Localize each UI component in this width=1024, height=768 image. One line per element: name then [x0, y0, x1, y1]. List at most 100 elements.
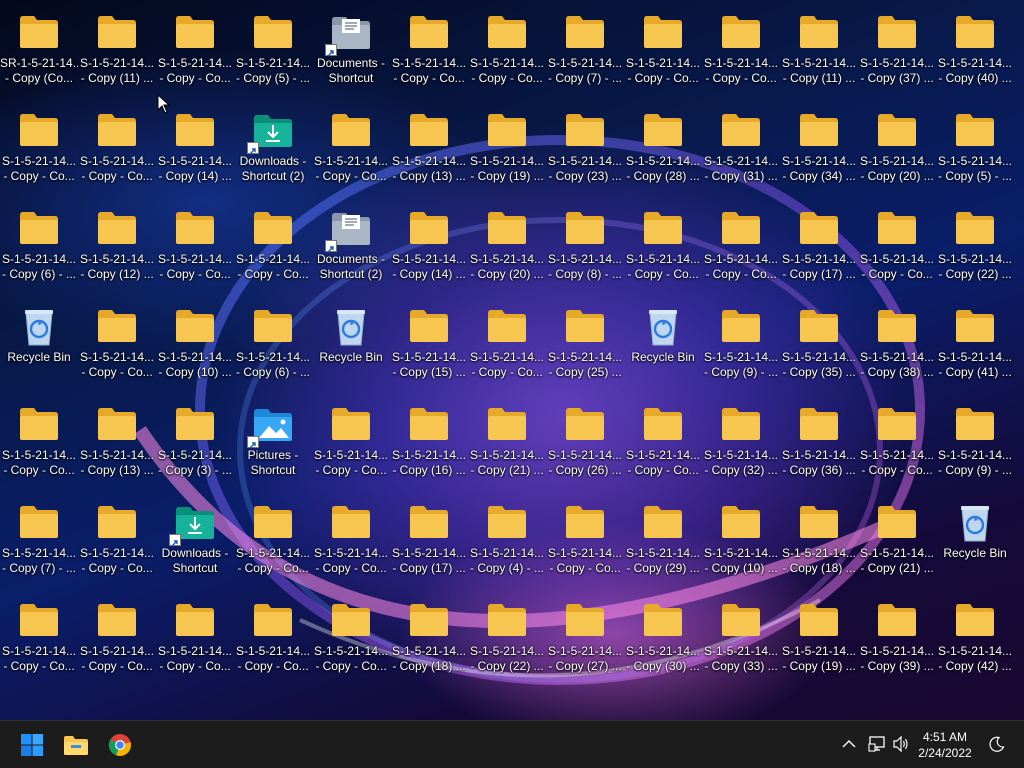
file-explorer-button[interactable]: [58, 727, 94, 763]
desktop-folder[interactable]: S-1-5-21-14... - Copy (4) - ...: [468, 492, 546, 588]
desktop-folder[interactable]: S-1-5-21-14... - Copy (3) - ...: [156, 394, 234, 490]
desktop-folder[interactable]: S-1-5-21-14... - Copy - Co...: [468, 2, 546, 98]
recycle-bin[interactable]: Recycle Bin: [624, 296, 702, 392]
desktop-folder[interactable]: S-1-5-21-14... - Copy - Co...: [0, 394, 78, 490]
pictures-shortcut[interactable]: Pictures - Shortcut: [234, 394, 312, 490]
desktop-folder[interactable]: S-1-5-21-14... - Copy (29) ...: [624, 492, 702, 588]
desktop-folder[interactable]: S-1-5-21-14... - Copy (13) ...: [390, 100, 468, 196]
desktop-folder[interactable]: S-1-5-21-14... - Copy (32) ...: [702, 394, 780, 490]
desktop-folder[interactable]: S-1-5-21-14... - Copy (9) - ...: [936, 394, 1014, 490]
desktop-folder[interactable]: S-1-5-21-14... - Copy - Co...: [78, 296, 156, 392]
desktop-folder[interactable]: S-1-5-21-14... - Copy (12) ...: [78, 198, 156, 294]
desktop-folder[interactable]: S-1-5-21-14... - Copy (7) - ...: [546, 2, 624, 98]
desktop-folder[interactable]: S-1-5-21-14... - Copy (40) ...: [936, 2, 1014, 98]
recycle-bin[interactable]: Recycle Bin: [312, 296, 390, 392]
desktop-folder[interactable]: S-1-5-21-14... - Copy (30) ...: [624, 590, 702, 686]
downloads-shortcut[interactable]: Downloads - Shortcut: [156, 492, 234, 588]
desktop-folder[interactable]: S-1-5-21-14... - Copy (17) ...: [390, 492, 468, 588]
desktop-folder[interactable]: S-1-5-21-14... - Copy (35) ...: [780, 296, 858, 392]
desktop-folder[interactable]: S-1-5-21-14... - Copy - Co...: [858, 198, 936, 294]
volume-button[interactable]: [890, 733, 912, 755]
recycle-bin[interactable]: Recycle Bin: [936, 492, 1014, 588]
show-hidden-icons-button[interactable]: [838, 733, 860, 755]
desktop-folder[interactable]: S-1-5-21-14... - Copy (23) ...: [546, 100, 624, 196]
desktop-folder[interactable]: S-1-5-21-14... - Copy - Co...: [624, 2, 702, 98]
desktop-folder[interactable]: S-1-5-21-14... - Copy (7) - ...: [0, 492, 78, 588]
desktop-folder[interactable]: S-1-5-21-14... - Copy - Co...: [312, 590, 390, 686]
desktop-folder[interactable]: S-1-5-21-14... - Copy (14) ...: [390, 198, 468, 294]
desktop-folder[interactable]: S-1-5-21-14... - Copy (16) ...: [390, 394, 468, 490]
desktop-folder[interactable]: S-1-5-21-14... - Copy (6) - ...: [234, 296, 312, 392]
desktop-folder[interactable]: S-1-5-21-14... - Copy - Co...: [312, 394, 390, 490]
desktop-folder[interactable]: S-1-5-21-14... - Copy - Co...: [624, 394, 702, 490]
desktop-folder[interactable]: S-1-5-21-14... - Copy (5) - ...: [234, 2, 312, 98]
desktop-folder[interactable]: S-1-5-21-14... - Copy (19) ...: [780, 590, 858, 686]
desktop-folder[interactable]: S-1-5-21-14... - Copy (20) ...: [468, 198, 546, 294]
desktop-folder[interactable]: S-1-5-21-14... - Copy (42) ...: [936, 590, 1014, 686]
desktop-folder[interactable]: S-1-5-21-14... - Copy (8) - ...: [546, 198, 624, 294]
desktop-folder[interactable]: S-1-5-21-14... - Copy - Co...: [78, 100, 156, 196]
desktop-folder[interactable]: S-1-5-21-14... - Copy (28) ...: [624, 100, 702, 196]
documents-shortcut[interactable]: Documents - Shortcut (2): [312, 198, 390, 294]
desktop-folder[interactable]: S-1-5-21-14... - Copy (41) ...: [936, 296, 1014, 392]
desktop-folder[interactable]: S-1-5-21-14... - Copy - Co...: [702, 198, 780, 294]
desktop-folder[interactable]: S-1-5-21-14... - Copy (18) ...: [780, 492, 858, 588]
desktop-folder[interactable]: S-1-5-21-14... - Copy - Co...: [702, 2, 780, 98]
desktop-folder[interactable]: S-1-5-21-14... - Copy - Co...: [312, 492, 390, 588]
desktop-folder[interactable]: S-1-5-21-14... - Copy - Co...: [390, 2, 468, 98]
clock-time[interactable]: 4:51 AM: [910, 730, 980, 744]
desktop-folder[interactable]: S-1-5-21-14... - Copy - Co...: [78, 492, 156, 588]
start-button[interactable]: [14, 727, 50, 763]
desktop-folder[interactable]: S-1-5-21-14... - Copy - Co...: [156, 2, 234, 98]
desktop-folder[interactable]: S-1-5-21-14... - Copy (18) ...: [390, 590, 468, 686]
desktop-folder[interactable]: S-1-5-21-14... - Copy (36) ...: [780, 394, 858, 490]
desktop-folder[interactable]: S-1-5-21-14... - Copy (14) ...: [156, 100, 234, 196]
desktop-folder[interactable]: S-1-5-21-14... - Copy - Co...: [0, 590, 78, 686]
desktop-folder[interactable]: S-1-5-21-14... - Copy (11) ...: [780, 2, 858, 98]
desktop-folder[interactable]: S-1-5-21-14... - Copy (27) ...: [546, 590, 624, 686]
desktop-folder[interactable]: S-1-5-21-14... - Copy - Co...: [234, 590, 312, 686]
desktop-folder[interactable]: S-1-5-21-14... - Copy - Co...: [312, 100, 390, 196]
desktop-folder[interactable]: S-1-5-21-14... - Copy (25) ...: [546, 296, 624, 392]
desktop-folder[interactable]: S-1-5-21-14... - Copy (13) ...: [78, 394, 156, 490]
desktop-folder[interactable]: S-1-5-21-14... - Copy (38) ...: [858, 296, 936, 392]
desktop-folder[interactable]: SR-1-5-21-14... - Copy (Co...: [0, 2, 78, 98]
desktop-folder[interactable]: S-1-5-21-14... - Copy (10) ...: [702, 492, 780, 588]
desktop-folder[interactable]: S-1-5-21-14... - Copy - Co...: [624, 198, 702, 294]
desktop-folder[interactable]: S-1-5-21-14... - Copy (31) ...: [702, 100, 780, 196]
clock-date[interactable]: 2/24/2022: [910, 746, 980, 760]
desktop-folder[interactable]: S-1-5-21-14... - Copy (34) ...: [780, 100, 858, 196]
desktop-folder[interactable]: S-1-5-21-14... - Copy (21) ...: [468, 394, 546, 490]
desktop-folder[interactable]: S-1-5-21-14... - Copy (15) ...: [390, 296, 468, 392]
desktop-folder[interactable]: S-1-5-21-14... - Copy - Co...: [156, 590, 234, 686]
desktop-folder[interactable]: S-1-5-21-14... - Copy - Co...: [0, 100, 78, 196]
desktop-folder[interactable]: S-1-5-21-14... - Copy (9) - ...: [702, 296, 780, 392]
desktop-folder[interactable]: S-1-5-21-14... - Copy (37) ...: [858, 2, 936, 98]
recycle-bin[interactable]: Recycle Bin: [0, 296, 78, 392]
desktop-folder[interactable]: S-1-5-21-14... - Copy - Co...: [546, 492, 624, 588]
desktop-folder[interactable]: S-1-5-21-14... - Copy (22) ...: [468, 590, 546, 686]
desktop-folder[interactable]: S-1-5-21-14... - Copy (6) - ...: [0, 198, 78, 294]
desktop-folder[interactable]: S-1-5-21-14... - Copy - Co...: [234, 492, 312, 588]
desktop-folder[interactable]: S-1-5-21-14... - Copy (26) ...: [546, 394, 624, 490]
desktop-folder[interactable]: S-1-5-21-14... - Copy (20) ...: [858, 100, 936, 196]
focus-assist-button[interactable]: [986, 733, 1008, 755]
downloads-shortcut[interactable]: Downloads - Shortcut (2): [234, 100, 312, 196]
desktop-folder[interactable]: S-1-5-21-14... - Copy (33) ...: [702, 590, 780, 686]
desktop-folder[interactable]: S-1-5-21-14... - Copy (22) ...: [936, 198, 1014, 294]
desktop-folder[interactable]: S-1-5-21-14... - Copy (11) ...: [78, 2, 156, 98]
desktop-folder[interactable]: S-1-5-21-14... - Copy - Co...: [78, 590, 156, 686]
chrome-button[interactable]: [102, 727, 138, 763]
desktop-folder[interactable]: S-1-5-21-14... - Copy (10) ...: [156, 296, 234, 392]
network-button[interactable]: [866, 733, 888, 755]
desktop-folder[interactable]: S-1-5-21-14... - Copy - Co...: [468, 296, 546, 392]
desktop-folder[interactable]: S-1-5-21-14... - Copy (17) ...: [780, 198, 858, 294]
documents-shortcut[interactable]: Documents - Shortcut: [312, 2, 390, 98]
desktop-folder[interactable]: S-1-5-21-14... - Copy - Co...: [234, 198, 312, 294]
desktop-folder[interactable]: S-1-5-21-14... - Copy - Co...: [156, 198, 234, 294]
desktop-folder[interactable]: S-1-5-21-14... - Copy - Co...: [858, 394, 936, 490]
desktop-folder[interactable]: S-1-5-21-14... - Copy (5) - ...: [936, 100, 1014, 196]
desktop-folder[interactable]: S-1-5-21-14... - Copy (21) ...: [858, 492, 936, 588]
desktop-folder[interactable]: S-1-5-21-14... - Copy (19) ...: [468, 100, 546, 196]
desktop-folder[interactable]: S-1-5-21-14... - Copy (39) ...: [858, 590, 936, 686]
